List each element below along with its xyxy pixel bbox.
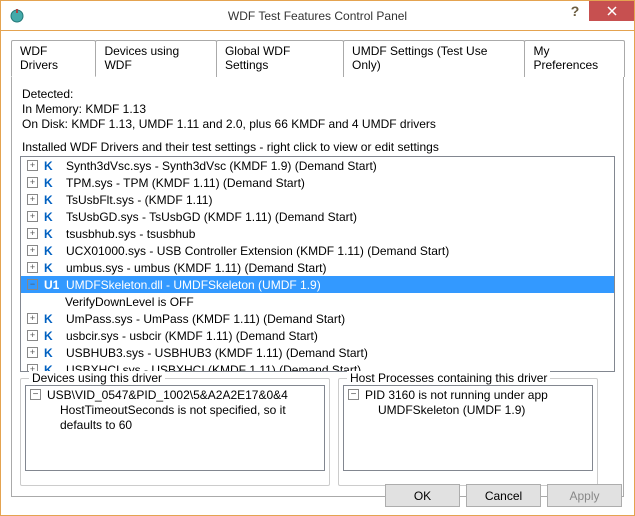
tabstrip: WDF Drivers Devices using WDF Global WDF… <box>11 39 624 77</box>
collapse-icon[interactable]: − <box>27 279 38 290</box>
driver-row[interactable]: + Ktsusbhub.sys - tsusbhub <box>21 225 614 242</box>
driver-text: UmPass.sys - UmPass (KMDF 1.11) (Demand … <box>66 312 345 326</box>
driver-row[interactable]: −U1UMDFSkeleton.dll - UMDFSkeleton (UMDF… <box>21 276 614 293</box>
devices-list[interactable]: − USB\VID_0547&PID_1002\5&A2A2E17&0&4 Ho… <box>25 385 325 471</box>
close-button[interactable] <box>589 1 634 21</box>
tab-page: Detected: In Memory: KMDF 1.13 On Disk: … <box>11 77 624 497</box>
tab-wdf-drivers[interactable]: WDF Drivers <box>11 40 96 77</box>
driver-tag: U1 <box>44 278 66 292</box>
driver-tag: K <box>44 159 66 173</box>
expand-icon[interactable]: + <box>27 194 38 205</box>
driver-text: UMDFSkeleton.dll - UMDFSkeleton (UMDF 1.… <box>66 278 321 292</box>
driver-child-row[interactable]: VerifyDownLevel is OFF <box>21 293 614 310</box>
driver-row[interactable]: + KUSBHUB3.sys - USBHUB3 (KMDF 1.11) (Dem… <box>21 344 614 361</box>
tab-umdf-settings[interactable]: UMDF Settings (Test Use Only) <box>343 40 525 77</box>
driver-tag: K <box>44 193 66 207</box>
dialog-window: WDF Test Features Control Panel ? WDF Dr… <box>0 0 635 516</box>
driver-text: tsusbhub.sys - tsusbhub <box>66 227 195 241</box>
expand-icon[interactable]: + <box>27 313 38 324</box>
hostproc-row[interactable]: − PID 3160 is not running under app <box>348 388 588 403</box>
apply-button[interactable]: Apply <box>547 484 622 507</box>
help-button[interactable]: ? <box>561 1 589 21</box>
collapse-icon[interactable]: − <box>348 389 359 400</box>
expand-icon[interactable]: + <box>27 262 38 273</box>
driver-tag: K <box>44 346 66 360</box>
device-row[interactable]: − USB\VID_0547&PID_1002\5&A2A2E17&0&4 <box>30 388 320 403</box>
detected-disk: On Disk: KMDF 1.13, UMDF 1.11 and 2.0, p… <box>22 117 615 132</box>
driver-row[interactable]: + Kusbcir.sys - usbcir (KMDF 1.11) (Deman… <box>21 327 614 344</box>
titlebar-controls: ? <box>561 1 634 23</box>
driver-text: umbus.sys - umbus (KMDF 1.11) (Demand St… <box>66 261 327 275</box>
driver-tag: K <box>44 176 66 190</box>
detected-info: Detected: In Memory: KMDF 1.13 On Disk: … <box>22 87 615 132</box>
host-processes-panel: Host Processes containing this driver − … <box>338 378 598 486</box>
driver-tree[interactable]: +KSynth3dVsc.sys - Synth3dVsc (KMDF 1.9)… <box>20 156 615 372</box>
collapse-icon[interactable]: − <box>30 389 41 400</box>
expand-icon[interactable]: + <box>27 211 38 222</box>
cancel-button[interactable]: Cancel <box>466 484 541 507</box>
expand-icon[interactable]: + <box>27 160 38 171</box>
driver-row[interactable]: + KTsUsbFlt.sys - (KMDF 1.11) <box>21 191 614 208</box>
driver-text: TsUsbFlt.sys - (KMDF 1.11) <box>66 193 212 207</box>
driver-text: TPM.sys - TPM (KMDF 1.11) (Demand Start) <box>66 176 305 190</box>
device-detail: HostTimeoutSeconds is not specified, so … <box>30 403 320 433</box>
driver-tag: K <box>44 244 66 258</box>
driver-text: Synth3dVsc.sys - Synth3dVsc (KMDF 1.9) (… <box>66 159 377 173</box>
driver-tag: K <box>44 312 66 326</box>
content-area: WDF Drivers Devices using WDF Global WDF… <box>1 31 634 497</box>
bottom-panels: Devices using this driver − USB\VID_0547… <box>20 378 615 486</box>
expand-icon[interactable]: + <box>27 177 38 188</box>
expand-icon[interactable]: + <box>27 347 38 358</box>
driver-tag: K <box>44 261 66 275</box>
expand-icon[interactable]: + <box>27 330 38 341</box>
tab-global-wdf-settings[interactable]: Global WDF Settings <box>216 40 344 77</box>
dialog-button-row: OK Cancel Apply <box>385 484 622 507</box>
ok-button[interactable]: OK <box>385 484 460 507</box>
driver-tag: K <box>44 329 66 343</box>
device-id: USB\VID_0547&PID_1002\5&A2A2E17&0&4 <box>47 388 288 403</box>
driver-text: usbcir.sys - usbcir (KMDF 1.11) (Demand … <box>66 329 318 343</box>
hostproc-line1: PID 3160 is not running under app <box>365 388 548 403</box>
tab-devices-using-wdf[interactable]: Devices using WDF <box>95 40 217 77</box>
driver-row[interactable]: + KTsUsbGD.sys - TsUsbGD (KMDF 1.11) (Dem… <box>21 208 614 225</box>
driver-row[interactable]: + KUCX01000.sys - USB Controller Extensio… <box>21 242 614 259</box>
driver-row[interactable]: + KUmPass.sys - UmPass (KMDF 1.11) (Deman… <box>21 310 614 327</box>
hostproc-list[interactable]: − PID 3160 is not running under app UMDF… <box>343 385 593 471</box>
driver-text: USBHUB3.sys - USBHUB3 (KMDF 1.11) (Deman… <box>66 346 368 360</box>
driver-text: TsUsbGD.sys - TsUsbGD (KMDF 1.11) (Deman… <box>66 210 357 224</box>
tab-my-preferences[interactable]: My Preferences <box>524 40 625 77</box>
window-title: WDF Test Features Control Panel <box>228 9 407 23</box>
titlebar: WDF Test Features Control Panel ? <box>1 1 634 31</box>
driver-row[interactable]: + KSynth3dVsc.sys - Synth3dVsc (KMDF 1.9)… <box>21 157 614 174</box>
hostproc-line2: UMDFSkeleton (UMDF 1.9) <box>348 403 588 418</box>
driver-tag: K <box>44 210 66 224</box>
driver-row[interactable]: + KTPM.sys - TPM (KMDF 1.11) (Demand Star… <box>21 174 614 191</box>
driver-tag: K <box>44 227 66 241</box>
devices-using-driver-panel: Devices using this driver − USB\VID_0547… <box>20 378 330 486</box>
detected-heading: Detected: <box>22 87 615 102</box>
detected-memory: In Memory: KMDF 1.13 <box>22 102 615 117</box>
app-icon <box>9 8 25 24</box>
expand-icon[interactable]: + <box>27 228 38 239</box>
devices-panel-legend: Devices using this driver <box>29 371 165 385</box>
driver-list-label: Installed WDF Drivers and their test set… <box>22 140 615 154</box>
hostproc-panel-legend: Host Processes containing this driver <box>347 371 550 385</box>
driver-text: UCX01000.sys - USB Controller Extension … <box>66 244 449 258</box>
driver-row[interactable]: + Kumbus.sys - umbus (KMDF 1.11) (Demand … <box>21 259 614 276</box>
expand-icon[interactable]: + <box>27 245 38 256</box>
